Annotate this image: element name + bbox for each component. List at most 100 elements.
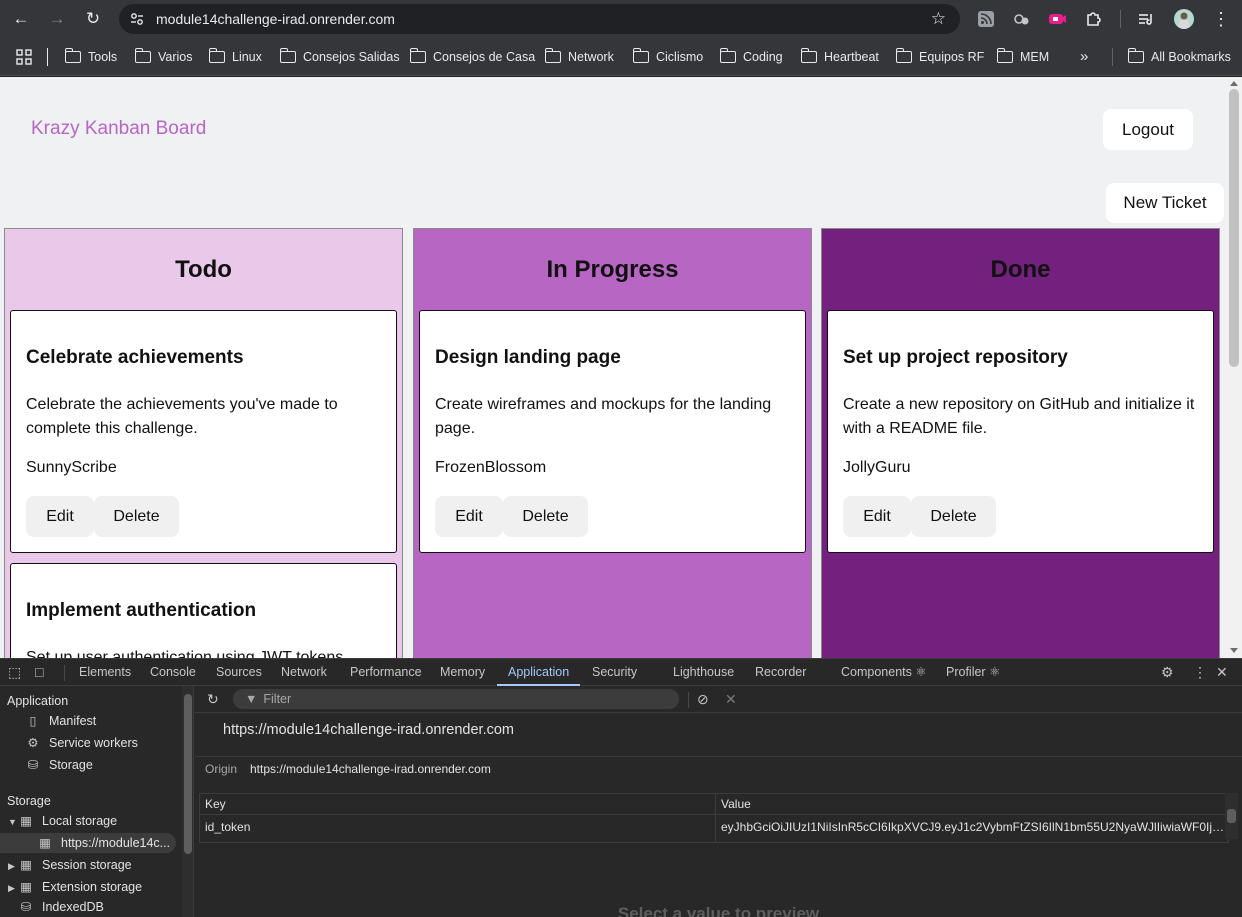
tab-lighthouse[interactable]: Lighthouse — [673, 659, 734, 686]
rss-icon[interactable] — [975, 8, 997, 30]
forward-arrow-icon[interactable]: → — [44, 6, 70, 32]
bookmark-folder[interactable]: Consejos Salidas — [279, 38, 400, 76]
page-scrollbar[interactable] — [1226, 77, 1242, 658]
bookmark-folder[interactable]: Consejos de Casa — [409, 38, 535, 76]
tab-network[interactable]: Network — [281, 659, 327, 686]
scroll-down-icon[interactable] — [1230, 648, 1238, 653]
device-toolbar-icon[interactable]: □ — [35, 659, 43, 686]
bookmarks-divider — [47, 48, 48, 66]
sidebar-item-label: Session storage — [42, 858, 132, 872]
more-options-icon[interactable]: ⋮ — [1193, 659, 1207, 686]
new-ticket-button[interactable]: New Ticket — [1106, 183, 1224, 223]
scrollbar-thumb[interactable] — [184, 694, 192, 854]
tab-components[interactable]: Components ⚛ — [841, 659, 927, 686]
bookmark-folder[interactable]: Varios — [134, 38, 193, 76]
toolbar-divider — [688, 692, 689, 708]
column-header-key[interactable]: Key — [200, 794, 715, 815]
folder-icon — [544, 48, 561, 63]
brand-title[interactable]: Krazy Kanban Board — [31, 118, 206, 140]
address-bar[interactable]: module14challenge-irad.onrender.com ☆ — [119, 4, 960, 34]
bookmark-folder[interactable]: Linux — [208, 38, 262, 76]
reading-list-icon[interactable] — [1135, 8, 1157, 30]
site-settings-icon[interactable] — [129, 11, 145, 27]
edit-button[interactable]: Edit — [435, 496, 503, 537]
bookmark-folder[interactable]: Ciclismo — [632, 38, 703, 76]
delete-selected-icon[interactable]: ✕ — [725, 686, 737, 713]
settings-gear-icon[interactable]: ⚙ — [1161, 659, 1174, 686]
sidebar-item-service-workers[interactable]: ⚙ Service workers — [25, 733, 138, 753]
apps-grid-icon[interactable] — [16, 49, 32, 65]
sidebar-item-extension-storage[interactable]: ▶ ▦ Extension storage — [8, 877, 142, 897]
sidebar-item-label: Manifest — [49, 714, 97, 728]
sidebar-item-label: Storage — [49, 758, 93, 772]
tab-console[interactable]: Console — [150, 659, 196, 686]
tab-divider — [64, 665, 65, 681]
storage-table: Key Value id_token eyJhbGciOiJIUzI1NiIsI… — [199, 793, 1230, 843]
tab-memory[interactable]: Memory — [440, 659, 485, 686]
media-control-icon[interactable] — [1046, 8, 1068, 30]
column-header-value[interactable]: Value — [716, 794, 1230, 815]
table-icon: ▦ — [20, 880, 32, 894]
tab-sources[interactable]: Sources — [216, 659, 262, 686]
database-icon: ⛁ — [20, 900, 32, 914]
sidebar-item-storage[interactable]: ⛁ Storage — [25, 755, 93, 775]
filter-placeholder: Filter — [263, 692, 292, 706]
edit-button[interactable]: Edit — [26, 496, 94, 537]
ticket-user: FrozenBlossom — [435, 459, 547, 476]
bookmark-folder[interactable]: Tools — [64, 38, 117, 76]
bookmark-folder[interactable]: Heartbeat — [800, 38, 879, 76]
sidebar-header-application: Application — [7, 694, 69, 708]
refresh-icon[interactable]: ↻ — [207, 686, 219, 713]
bookmarks-overflow-icon[interactable]: » — [1080, 38, 1088, 76]
scroll-up-icon[interactable] — [1230, 81, 1238, 86]
puzzle-icon[interactable] — [1083, 8, 1105, 30]
filter-input[interactable]: ▼ Filter — [233, 689, 679, 709]
delete-button[interactable]: Delete — [911, 496, 996, 537]
tab-application[interactable]: Application — [497, 659, 581, 686]
tab-profiler[interactable]: Profiler ⚛ — [946, 659, 1000, 686]
close-icon[interactable]: ✕ — [1216, 659, 1228, 686]
bookmark-folder[interactable]: Equipos RF — [895, 38, 984, 76]
folder-icon — [409, 48, 426, 63]
edit-button[interactable]: Edit — [843, 496, 911, 537]
star-icon[interactable]: ☆ — [931, 4, 946, 34]
kebab-menu-icon[interactable]: ⋮ — [1212, 6, 1230, 32]
ticket-title: Implement authentication — [26, 600, 257, 621]
sidebar-item-session-storage[interactable]: ▶ ▦ Session storage — [8, 855, 132, 875]
profile-avatar[interactable] — [1174, 9, 1194, 29]
all-bookmarks-button[interactable]: All Bookmarks — [1127, 38, 1231, 76]
scrollbar-thumb[interactable] — [1227, 809, 1236, 823]
tab-performance[interactable]: Performance — [350, 659, 422, 686]
tab-security[interactable]: Security — [592, 659, 637, 686]
tab-recorder[interactable]: Recorder — [755, 659, 806, 686]
tab-elements[interactable]: Elements — [79, 659, 131, 686]
table-cell-key[interactable]: id_token — [200, 815, 715, 840]
ticket-user: JollyGuru — [843, 459, 911, 476]
bookmark-folder[interactable]: Network — [544, 38, 614, 76]
sidebar-scrollbar[interactable] — [182, 686, 194, 917]
devtools-panel: ⬚ □ Elements Console Sources Network Per… — [0, 658, 1242, 917]
delete-button[interactable]: Delete — [503, 496, 588, 537]
delete-button[interactable]: Delete — [94, 496, 179, 537]
sidebar-item-manifest[interactable]: ▯ Manifest — [25, 711, 97, 731]
clear-all-icon[interactable]: ⊘ — [697, 686, 709, 713]
extension-icon[interactable] — [1011, 8, 1033, 30]
back-arrow-icon[interactable]: ← — [8, 6, 34, 32]
logout-button[interactable]: Logout — [1103, 109, 1193, 150]
sidebar-item-label: IndexedDB — [42, 900, 104, 914]
toolbar-divider — [1120, 10, 1121, 28]
sidebar-item-local-storage-origin[interactable]: ▦ https://module14c... — [0, 833, 176, 853]
sidebar-item-indexeddb[interactable]: ⛁ IndexedDB — [18, 897, 104, 917]
bookmark-folder[interactable]: MEM — [996, 38, 1049, 76]
scrollbar-thumb[interactable] — [1229, 89, 1239, 367]
inspect-element-icon[interactable]: ⬚ — [8, 659, 21, 686]
expanded-triangle-icon: ▼ — [8, 817, 17, 827]
ticket-user: SunnyScribe — [26, 459, 117, 476]
kanban-page: Krazy Kanban Board Logout New Ticket Tod… — [0, 77, 1226, 658]
table-cell-value[interactable]: eyJhbGciOiJIUzI1NiIsInR5cCI6IkpXVCJ9.eyJ… — [716, 815, 1226, 840]
table-scrollbar[interactable] — [1225, 793, 1238, 839]
sidebar-item-local-storage[interactable]: ▼ ▦ Local storage — [8, 811, 117, 831]
bookmark-folder[interactable]: Coding — [719, 38, 783, 76]
folder-icon — [719, 48, 736, 63]
reload-icon[interactable]: ↻ — [80, 6, 106, 32]
